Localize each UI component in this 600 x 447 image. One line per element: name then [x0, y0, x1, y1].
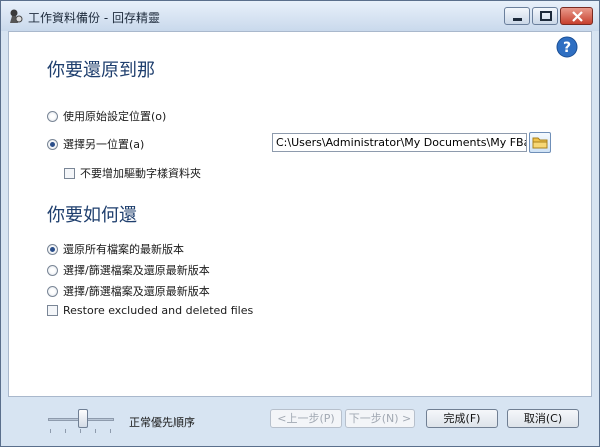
- radio-select-filter-1[interactable]: 選擇/篩選檔案及還原最新版本: [47, 262, 210, 278]
- radio-other-location-label: 選擇另一位置(a): [63, 138, 145, 151]
- back-button[interactable]: <上一步(P): [270, 409, 342, 428]
- radio-button[interactable]: [47, 110, 58, 122]
- finish-button[interactable]: 完成(F): [426, 409, 498, 428]
- priority-slider-ticks: [50, 429, 112, 433]
- backup-app-icon: [10, 9, 23, 23]
- radio-original-location-label: 使用原始設定位置(o): [63, 110, 167, 123]
- minimize-button[interactable]: [504, 7, 530, 25]
- radio-button[interactable]: [47, 243, 58, 255]
- close-icon: [572, 11, 583, 22]
- radio-other-location[interactable]: 選擇另一位置(a): [47, 136, 144, 152]
- checkbox[interactable]: [64, 167, 75, 179]
- restore-location-heading: 你要還原到那: [47, 60, 155, 81]
- restore-excluded-label: Restore excluded and deleted files: [63, 304, 254, 317]
- window-title: 工作資料備份 - 回存精靈: [28, 11, 160, 25]
- radio-button[interactable]: [47, 285, 58, 297]
- radio-restore-all-latest-label: 還原所有檔案的最新版本: [63, 243, 184, 256]
- maximize-icon: [540, 11, 552, 21]
- browse-folder-button[interactable]: [529, 132, 551, 153]
- radio-select-filter-2-label: 選擇/篩選檔案及還原最新版本: [63, 285, 210, 298]
- priority-slider-thumb[interactable]: [78, 409, 88, 428]
- close-button[interactable]: [560, 7, 593, 25]
- checkbox[interactable]: [47, 305, 58, 316]
- help-icon[interactable]: ?: [556, 36, 578, 58]
- minimize-icon: [513, 18, 522, 21]
- svg-text:?: ?: [563, 40, 571, 56]
- radio-select-filter-2[interactable]: 選擇/篩選檔案及還原最新版本: [47, 283, 210, 299]
- next-button[interactable]: 下一步(N) >: [345, 409, 415, 428]
- radio-restore-all-latest[interactable]: 還原所有檔案的最新版本: [47, 241, 184, 257]
- folder-icon: [532, 137, 548, 149]
- restore-path-input[interactable]: C:\Users\Administrator\My Documents\My F…: [272, 133, 527, 152]
- radio-select-filter-1-label: 選擇/篩選檔案及還原最新版本: [63, 264, 210, 277]
- cancel-button[interactable]: 取消(C): [507, 409, 579, 428]
- restore-excluded-checkbox[interactable]: Restore excluded and deleted files: [47, 304, 253, 317]
- restore-method-heading: 你要如何還: [47, 205, 137, 226]
- priority-label: 正常優先順序: [129, 416, 195, 429]
- radio-button[interactable]: [47, 138, 58, 150]
- maximize-button[interactable]: [532, 7, 558, 25]
- no-drive-folder-label: 不要增加驅動字樣資料夾: [80, 167, 201, 180]
- radio-original-location[interactable]: 使用原始設定位置(o): [47, 108, 166, 124]
- title-bar[interactable]: 工作資料備份 - 回存精靈: [1, 1, 599, 31]
- radio-button[interactable]: [47, 264, 58, 276]
- no-drive-folder-checkbox[interactable]: 不要增加驅動字樣資料夾: [64, 165, 201, 181]
